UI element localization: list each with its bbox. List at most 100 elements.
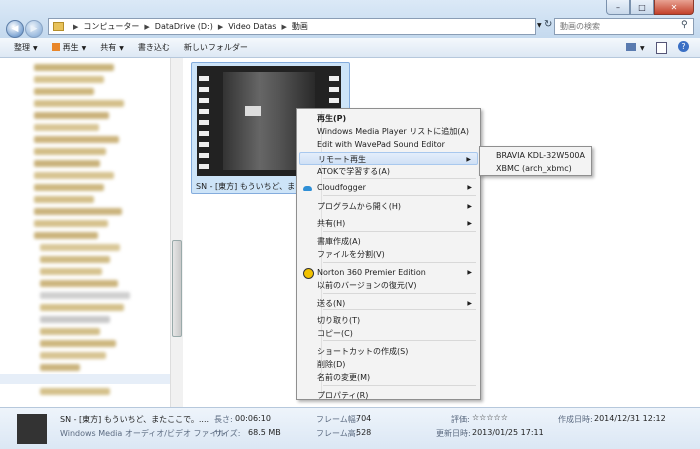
context-menu-item[interactable]: Cloudfogger ▶ (299, 181, 478, 194)
breadcrumb-video-datas[interactable]: Video Datas (228, 22, 276, 31)
nav-item-blurred[interactable] (34, 160, 100, 167)
context-menu-item-label: ショートカットの作成(S) (317, 347, 409, 356)
nav-item-blurred[interactable] (40, 388, 110, 395)
nav-item-blurred[interactable] (34, 76, 104, 83)
nav-item-blurred[interactable] (34, 88, 94, 95)
nav-item-blurred[interactable] (34, 172, 114, 179)
nav-item-blurred[interactable] (34, 220, 108, 227)
nav-item-blurred[interactable] (40, 268, 102, 275)
nav-item-blurred[interactable] (34, 184, 104, 191)
nav-item-blurred[interactable] (40, 340, 116, 347)
breadcrumb-drive[interactable]: DataDrive (D:) (155, 22, 213, 31)
nav-item-blurred[interactable] (40, 316, 110, 323)
context-menu-item-label: Cloudfogger (317, 183, 366, 192)
play-menu[interactable]: 再生 ▼ (51, 42, 86, 53)
context-menu-item-label: Edit with WavePad Sound Editor (317, 140, 445, 149)
nav-item-blurred[interactable] (34, 196, 94, 203)
play-label: 再生 (62, 43, 79, 52)
file-name-label[interactable]: SN - [東方] もういちど、また (196, 181, 303, 192)
context-menu-item-label: ATOKで学習する(A) (317, 167, 390, 176)
nav-item-blurred[interactable] (34, 124, 99, 131)
length-value: 00:06:10 (235, 414, 271, 423)
nav-item-blurred[interactable] (40, 304, 124, 311)
view-options-icon[interactable] (626, 43, 636, 51)
context-menu-item[interactable]: リモート再生 ▶ (299, 152, 478, 165)
menu-separator (323, 178, 476, 179)
context-menu-item[interactable]: Norton 360 Premier Edition ▶ (299, 266, 478, 279)
command-bar: 整理 ▼ 再生 ▼ 共有 ▼ 書き込む 新しいフォルダー (0, 38, 700, 58)
remote-play-submenu: BRAVIA KDL-32W500A XBMC (arch_xbmc) (479, 146, 592, 176)
nav-item-blurred[interactable] (40, 244, 120, 251)
context-menu-item[interactable]: ファイルを分割(V) (299, 248, 478, 261)
context-menu-item[interactable]: 共有(H) ▶ (299, 217, 478, 230)
context-menu-item[interactable]: 以前のバージョンの復元(V) (299, 279, 478, 292)
nav-item-blurred[interactable] (34, 148, 106, 155)
nav-item-blurred[interactable] (40, 328, 100, 335)
context-menu-item[interactable]: プログラムから開く(H) ▶ (299, 200, 478, 213)
nav-item-blurred[interactable] (34, 208, 122, 215)
search-input[interactable]: 動画の検索 (554, 18, 694, 35)
address-bar[interactable]: ▶ コンピューター ▶ DataDrive (D:) ▶ Video Datas… (48, 18, 536, 35)
nav-item-blurred[interactable] (34, 64, 114, 71)
context-menu-item-label: 共有(H) (317, 219, 346, 228)
share-menu[interactable]: 共有 ▼ (100, 42, 124, 53)
back-button[interactable]: ◀ (6, 20, 24, 38)
address-dropdown-icon[interactable]: ▼ (537, 22, 542, 29)
forward-button[interactable]: ▶ (25, 20, 43, 38)
breadcrumb-computer[interactable]: コンピューター (83, 21, 139, 32)
context-menu-item[interactable]: 書庫作成(A) (299, 235, 478, 248)
organize-menu[interactable]: 整理 ▼ (14, 42, 38, 53)
nav-item-blurred[interactable] (40, 256, 110, 263)
nav-scrollbar[interactable] (170, 58, 183, 407)
context-menu-item[interactable]: プロパティ(R) (299, 389, 478, 402)
arrow-left-icon: ◀ (11, 24, 19, 34)
close-button[interactable]: ✕ (654, 0, 694, 15)
context-menu-item[interactable]: Edit with WavePad Sound Editor (299, 138, 478, 151)
new-folder-button[interactable]: 新しいフォルダー (184, 42, 248, 53)
nav-item-blurred[interactable] (34, 232, 98, 239)
context-menu-item-label: 削除(D) (317, 360, 346, 369)
help-icon[interactable]: ? (678, 41, 689, 52)
context-menu-item[interactable]: コピー(C) (299, 327, 478, 340)
context-menu-item[interactable]: 切り取り(T) (299, 314, 478, 327)
context-menu-item[interactable]: Windows Media Player リストに追加(A) (299, 125, 478, 138)
nav-item-blurred[interactable] (40, 352, 106, 359)
refresh-icon[interactable]: ↻ (544, 19, 552, 30)
nav-item-blurred[interactable] (34, 136, 119, 143)
nav-item-selected[interactable] (0, 374, 170, 384)
frame-height-label: フレーム高: (316, 429, 359, 438)
context-menu-item[interactable]: 名前の変更(M) (299, 371, 478, 384)
search-icon: ⚲ (681, 20, 688, 30)
context-menu-item[interactable]: 再生(P) (299, 112, 478, 125)
cloud-icon (303, 186, 312, 191)
nav-item-blurred[interactable] (40, 292, 130, 299)
context-menu-item-label: 以前のバージョンの復元(V) (317, 281, 417, 290)
rating-stars[interactable]: ☆☆☆☆☆ (472, 413, 508, 422)
submenu-item[interactable]: XBMC (arch_xbmc) (482, 162, 591, 175)
details-thumbnail (17, 414, 47, 444)
maximize-button[interactable]: □ (630, 0, 654, 15)
updated-label: 更新日時: (436, 429, 471, 438)
burn-button[interactable]: 書き込む (138, 42, 170, 53)
nav-item-blurred[interactable] (40, 280, 118, 287)
context-menu-item-label: コピー(C) (317, 329, 353, 338)
chevron-down-icon[interactable]: ▼ (640, 45, 645, 52)
context-menu-item[interactable]: ショートカットの作成(S) (299, 345, 478, 358)
created-value: 2014/12/31 12:12 (594, 414, 666, 423)
nav-item-blurred[interactable] (34, 100, 124, 107)
context-menu-item[interactable]: 削除(D) (299, 358, 478, 371)
navigation-pane[interactable] (0, 58, 183, 407)
preview-pane-icon[interactable] (656, 42, 667, 54)
nav-scrollbar-thumb[interactable] (172, 240, 182, 337)
breadcrumb-current[interactable]: 動画 (292, 21, 308, 32)
nav-item-blurred[interactable] (34, 112, 109, 119)
context-menu-item[interactable]: ATOKで学習する(A) (299, 165, 478, 178)
menu-separator (323, 293, 476, 294)
submenu-item[interactable]: BRAVIA KDL-32W500A (482, 149, 591, 162)
nav-item-blurred[interactable] (40, 364, 80, 371)
context-menu-item-label: プログラムから開く(H) (317, 202, 402, 211)
norton-icon (303, 268, 314, 279)
submenu-arrow-icon: ▶ (467, 269, 472, 276)
submenu-item-label: BRAVIA KDL-32W500A (496, 151, 585, 160)
minimize-button[interactable]: – (606, 0, 630, 15)
